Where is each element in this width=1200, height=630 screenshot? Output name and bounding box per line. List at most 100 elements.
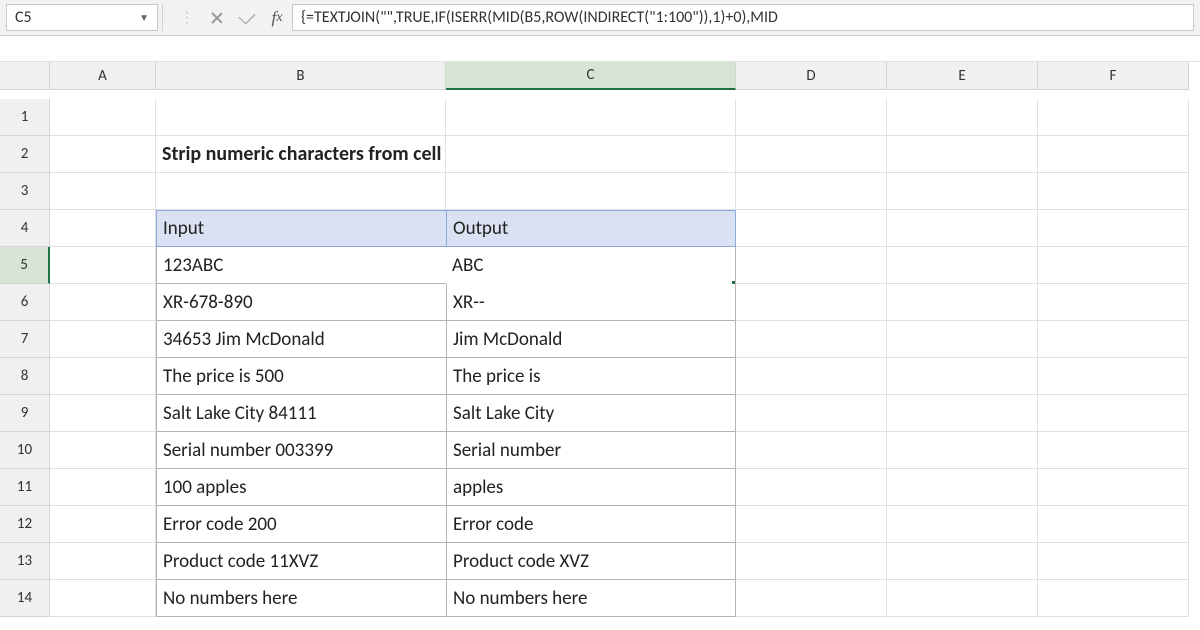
cell-D9[interactable] xyxy=(736,395,887,432)
cell-A7[interactable] xyxy=(50,321,156,358)
cell-A9[interactable] xyxy=(50,395,156,432)
dots-button[interactable]: ⋮ xyxy=(172,0,202,35)
cell-B7[interactable]: 34653 Jim McDonald xyxy=(156,321,446,358)
cell-B2-title[interactable]: Strip numeric characters from cell xyxy=(156,136,446,173)
cell-E8[interactable] xyxy=(887,358,1038,395)
cell-D6[interactable] xyxy=(736,284,887,321)
row-header-3[interactable]: 3 xyxy=(0,173,50,210)
fx-button[interactable]: fx xyxy=(262,0,292,35)
cell-F3[interactable] xyxy=(1038,173,1189,210)
cell-B14[interactable]: No numbers here xyxy=(156,580,446,617)
row-header-10[interactable]: 10 xyxy=(0,432,50,469)
row-header-1[interactable]: 1 xyxy=(0,99,50,136)
cell-C7[interactable]: Jim McDonald xyxy=(446,321,736,358)
cell-E7[interactable] xyxy=(887,321,1038,358)
cell-D11[interactable] xyxy=(736,469,887,506)
cell-E12[interactable] xyxy=(887,506,1038,543)
cell-F11[interactable] xyxy=(1038,469,1189,506)
cell-B13[interactable]: Product code 11XVZ xyxy=(156,543,446,580)
row-header-12[interactable]: 12 xyxy=(0,506,50,543)
cell-B10[interactable]: Serial number 003399 xyxy=(156,432,446,469)
cell-D12[interactable] xyxy=(736,506,887,543)
cancel-button[interactable] xyxy=(202,0,232,35)
row-header-13[interactable]: 13 xyxy=(0,543,50,580)
cell-F9[interactable] xyxy=(1038,395,1189,432)
cell-D8[interactable] xyxy=(736,358,887,395)
cell-C14[interactable]: No numbers here xyxy=(446,580,736,617)
cell-E1[interactable] xyxy=(887,99,1038,136)
cell-E4[interactable] xyxy=(887,210,1038,247)
cell-C11[interactable]: apples xyxy=(446,469,736,506)
row-header-2[interactable]: 2 xyxy=(0,136,50,173)
col-header-A[interactable]: A xyxy=(50,62,156,90)
col-header-D[interactable]: D xyxy=(736,62,887,90)
cell-D14[interactable] xyxy=(736,580,887,617)
cell-F12[interactable] xyxy=(1038,506,1189,543)
col-header-C[interactable]: C xyxy=(446,62,736,90)
select-all-corner[interactable] xyxy=(0,62,50,90)
cell-D2[interactable] xyxy=(736,136,887,173)
table-header-output[interactable]: Output xyxy=(446,210,736,247)
cell-E6[interactable] xyxy=(887,284,1038,321)
cell-A11[interactable] xyxy=(50,469,156,506)
cell-A6[interactable] xyxy=(50,284,156,321)
cell-A2[interactable] xyxy=(50,136,156,173)
cell-F14[interactable] xyxy=(1038,580,1189,617)
cell-E10[interactable] xyxy=(887,432,1038,469)
cell-C6[interactable]: XR-- xyxy=(446,284,736,321)
cell-C13[interactable]: Product code XVZ xyxy=(446,543,736,580)
cell-E5[interactable] xyxy=(887,247,1038,284)
cell-A4[interactable] xyxy=(50,210,156,247)
spreadsheet-grid[interactable]: A B C D E F 1 2 Strip numeric characters… xyxy=(0,62,1200,617)
cell-F1[interactable] xyxy=(1038,99,1189,136)
name-box[interactable]: C5 ▼ xyxy=(6,4,158,31)
cell-F10[interactable] xyxy=(1038,432,1189,469)
cell-F8[interactable] xyxy=(1038,358,1189,395)
cell-A1[interactable] xyxy=(50,99,156,136)
cell-C5-selected[interactable]: ABC xyxy=(446,247,736,284)
cell-D7[interactable] xyxy=(736,321,887,358)
cell-E3[interactable] xyxy=(887,173,1038,210)
row-header-5[interactable]: 5 xyxy=(0,247,50,284)
cell-A10[interactable] xyxy=(50,432,156,469)
cell-A5[interactable] xyxy=(50,247,156,284)
cell-C8[interactable]: The price is xyxy=(446,358,736,395)
row-header-9[interactable]: 9 xyxy=(0,395,50,432)
row-header-4[interactable]: 4 xyxy=(0,210,50,247)
cell-B8[interactable]: The price is 500 xyxy=(156,358,446,395)
cell-D1[interactable] xyxy=(736,99,887,136)
cell-A12[interactable] xyxy=(50,506,156,543)
col-header-F[interactable]: F xyxy=(1038,62,1189,90)
cell-A14[interactable] xyxy=(50,580,156,617)
row-header-14[interactable]: 14 xyxy=(0,580,50,617)
cell-E13[interactable] xyxy=(887,543,1038,580)
cell-B9[interactable]: Salt Lake City 84111 xyxy=(156,395,446,432)
cell-C9[interactable]: Salt Lake City xyxy=(446,395,736,432)
cell-F4[interactable] xyxy=(1038,210,1189,247)
formula-input[interactable]: {=TEXTJOIN("",TRUE,IF(ISERR(MID(B5,ROW(I… xyxy=(292,4,1194,31)
col-header-E[interactable]: E xyxy=(887,62,1038,90)
cell-B3[interactable] xyxy=(156,173,446,210)
row-header-11[interactable]: 11 xyxy=(0,469,50,506)
cell-D4[interactable] xyxy=(736,210,887,247)
cell-F5[interactable] xyxy=(1038,247,1189,284)
cell-D10[interactable] xyxy=(736,432,887,469)
cell-B6[interactable]: XR-678-890 xyxy=(156,284,446,321)
cell-F2[interactable] xyxy=(1038,136,1189,173)
cell-D13[interactable] xyxy=(736,543,887,580)
cell-E2[interactable] xyxy=(887,136,1038,173)
col-header-B[interactable]: B xyxy=(156,62,446,90)
cell-E9[interactable] xyxy=(887,395,1038,432)
cell-D3[interactable] xyxy=(736,173,887,210)
cell-C3[interactable] xyxy=(446,173,736,210)
cell-C2[interactable] xyxy=(446,136,736,173)
cell-F7[interactable] xyxy=(1038,321,1189,358)
cell-A3[interactable] xyxy=(50,173,156,210)
cell-B11[interactable]: 100 apples xyxy=(156,469,446,506)
table-header-input[interactable]: Input xyxy=(156,210,446,247)
row-header-7[interactable]: 7 xyxy=(0,321,50,358)
cell-B12[interactable]: Error code 200 xyxy=(156,506,446,543)
name-box-dropdown-icon[interactable]: ▼ xyxy=(139,11,149,24)
row-header-6[interactable]: 6 xyxy=(0,284,50,321)
cell-D5[interactable] xyxy=(736,247,887,284)
